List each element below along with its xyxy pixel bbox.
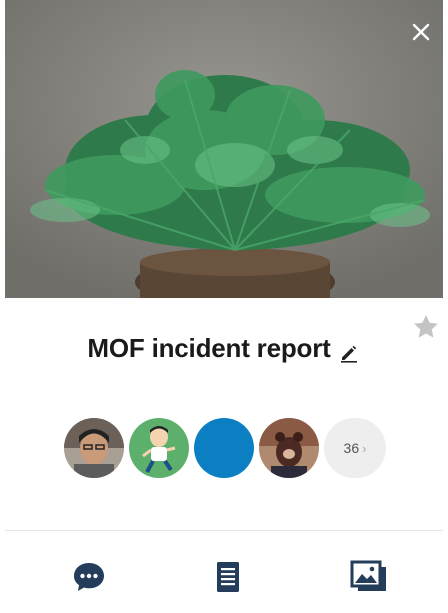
close-button[interactable] xyxy=(407,18,435,46)
chat-button[interactable] xyxy=(65,553,113,601)
avatar-photo xyxy=(259,418,319,478)
document-icon xyxy=(217,562,239,592)
plant-illustration xyxy=(5,0,443,298)
member-list: 36 › xyxy=(64,417,386,479)
member-avatar[interactable] xyxy=(64,418,124,478)
avatar-photo xyxy=(64,418,124,478)
member-avatar[interactable] xyxy=(194,418,254,478)
chat-info-card: MOF incident report 36 › xyxy=(0,0,448,613)
notes-button[interactable] xyxy=(204,553,252,601)
pencil-icon xyxy=(340,345,357,363)
bottom-toolbar xyxy=(0,553,448,609)
cover-photo xyxy=(5,0,443,298)
member-avatar[interactable] xyxy=(259,418,319,478)
chat-title: MOF incident report xyxy=(87,332,331,363)
divider xyxy=(5,530,443,531)
gallery-button[interactable] xyxy=(345,553,393,601)
gallery-icon xyxy=(350,560,386,591)
edit-title-button[interactable] xyxy=(337,340,361,364)
avatar-cartoon xyxy=(129,418,189,478)
close-icon xyxy=(412,23,430,41)
chat-bubble-icon xyxy=(74,563,104,591)
title-row: MOF incident report xyxy=(0,328,448,368)
avatar-solid xyxy=(194,418,254,478)
more-members-count: 36 xyxy=(343,440,360,456)
more-members-button[interactable]: 36 › xyxy=(324,418,386,478)
chevron-right-icon: › xyxy=(362,440,367,456)
member-avatar[interactable] xyxy=(129,418,189,478)
